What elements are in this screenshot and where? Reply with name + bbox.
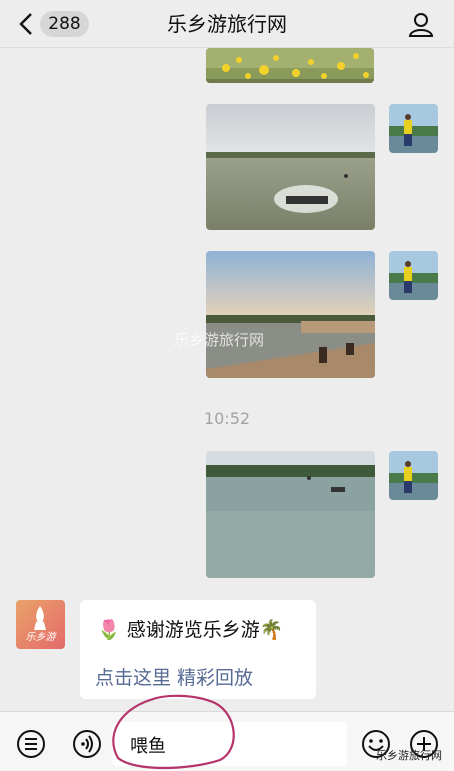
bot-avatar-label: 乐乡游 xyxy=(25,632,56,643)
bot-message-bubble: 🌷 感谢游览乐乡游🌴 点击这里 精彩回放 xyxy=(80,600,316,699)
image-watermark: 乐乡游旅行网 xyxy=(174,331,265,349)
bot-avatar[interactable]: 乐乡游 xyxy=(16,600,65,649)
voice-icon[interactable] xyxy=(72,729,102,759)
user-avatar[interactable] xyxy=(389,251,438,300)
top-bar: 288 乐乡游旅行网 xyxy=(0,0,454,48)
message-input[interactable]: 喂鱼 xyxy=(112,722,347,766)
page-title: 乐乡游旅行网 xyxy=(167,12,287,36)
user-avatar[interactable] xyxy=(389,451,438,500)
list-icon[interactable] xyxy=(16,729,46,759)
replay-link[interactable]: 点击这里 精彩回放 xyxy=(95,663,253,690)
message-input-value: 喂鱼 xyxy=(130,736,166,757)
person-icon[interactable] xyxy=(408,11,434,37)
message-timestamp: 10:52 xyxy=(203,409,251,428)
chat-photo-pond-green[interactable] xyxy=(206,451,375,578)
chat-photo-pond-sunset[interactable] xyxy=(206,251,375,378)
bot-message-text: 🌷 感谢游览乐乡游🌴 xyxy=(97,619,284,641)
footer-watermark: 乐乡游旅行网 xyxy=(376,749,442,762)
chat-photo-pond-aerator[interactable] xyxy=(206,104,375,230)
user-avatar[interactable] xyxy=(389,104,438,153)
chat-photo-flowers[interactable] xyxy=(206,48,374,83)
